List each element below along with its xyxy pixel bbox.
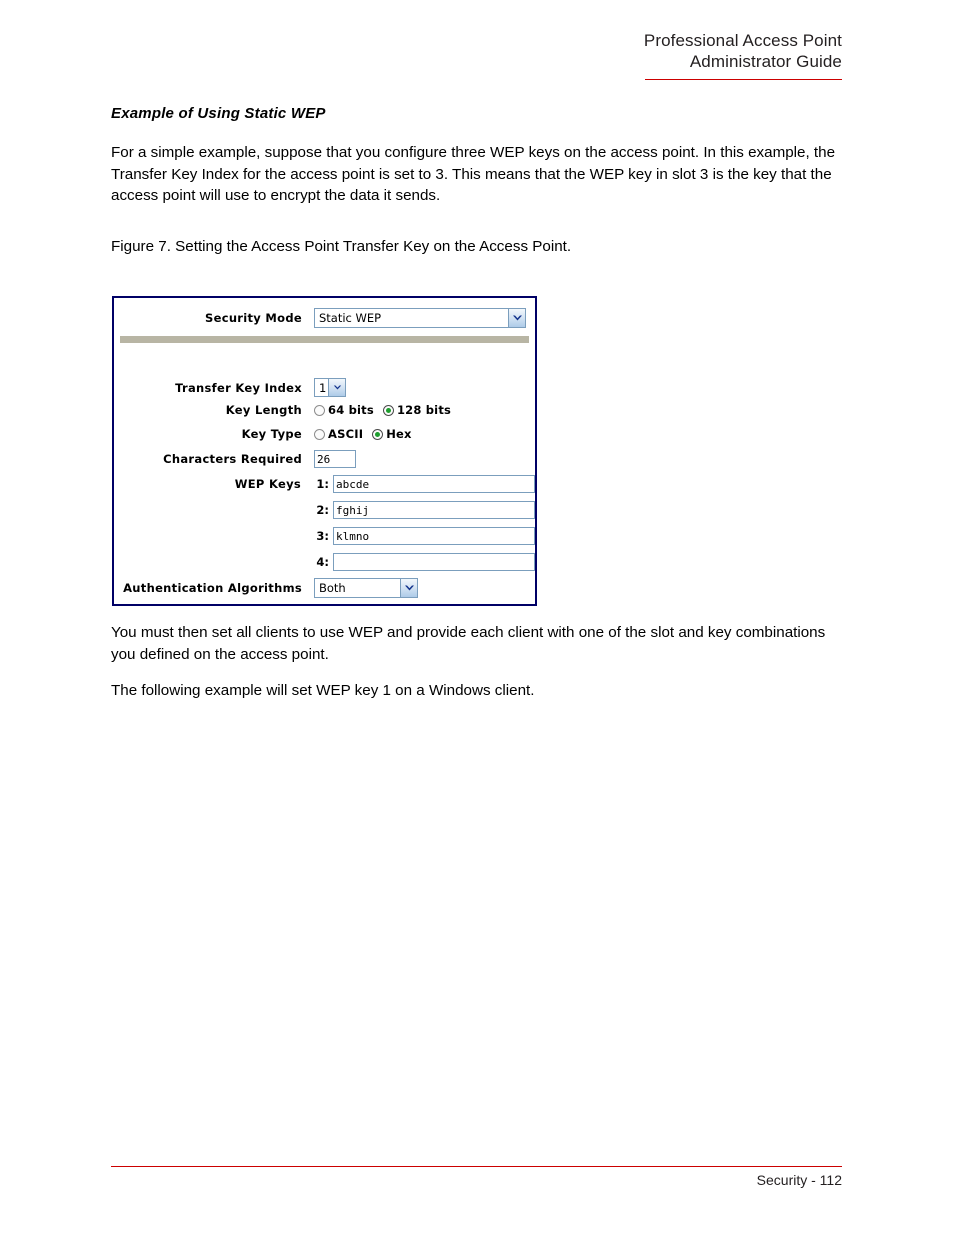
key-length-radio-group: 64 bits 128 bits xyxy=(314,403,451,417)
authentication-algorithms-value: Both xyxy=(319,581,346,595)
authentication-algorithms-row: Authentication Algorithms Both xyxy=(114,578,535,598)
key-length-option-64[interactable]: 64 bits xyxy=(314,403,374,417)
closing-paragraph: The following example will set WEP key 1… xyxy=(111,682,535,699)
key-type-label: Key Type xyxy=(241,427,302,441)
characters-required-input[interactable]: 26 xyxy=(314,450,356,468)
access-point-config-figure: Security Mode Static WEP Transfer Key In… xyxy=(112,296,537,606)
header-title-line2: Administrator Guide xyxy=(689,52,842,71)
section-separator-bar xyxy=(120,336,529,343)
chevron-down-icon xyxy=(328,379,345,396)
intro-paragraph: For a simple example, suppose that you c… xyxy=(111,144,836,204)
document-page: Professional Access Point Administrator … xyxy=(0,0,954,1235)
security-mode-value: Static WEP xyxy=(319,311,382,325)
security-mode-row: Security Mode Static WEP xyxy=(114,308,535,328)
radio-selected-icon xyxy=(382,404,394,416)
wep-key-3-row: 3: klmno xyxy=(114,527,535,545)
header-title-line1: Professional Access Point xyxy=(643,31,842,50)
wep-key-3-input[interactable]: klmno xyxy=(333,527,535,545)
wep-key-2-number: 2: xyxy=(316,503,330,517)
footer-page-label: Security - 112 xyxy=(756,1172,842,1188)
wep-keys-label: WEP Keys xyxy=(234,477,302,491)
wep-key-4-number: 4: xyxy=(316,555,330,569)
header-divider-rule xyxy=(645,79,842,80)
key-length-option-128-label: 128 bits xyxy=(396,403,452,417)
transfer-key-index-label: Transfer Key Index xyxy=(175,380,302,395)
key-length-option-64-label: 64 bits xyxy=(328,403,374,417)
radio-selected-icon xyxy=(372,428,384,440)
section-heading: Example of Using Static WEP xyxy=(111,105,326,122)
radio-unselected-icon xyxy=(314,428,325,440)
chevron-down-icon xyxy=(400,579,417,597)
key-type-option-ascii[interactable]: ASCII xyxy=(314,427,363,441)
wep-key-1-number: 1: xyxy=(316,477,330,491)
key-type-option-hex[interactable]: Hex xyxy=(372,427,411,441)
footer-divider-rule xyxy=(111,1166,842,1167)
wep-key-4-row: 4: xyxy=(114,553,535,571)
key-type-radio-group: ASCII Hex xyxy=(314,427,412,441)
characters-required-row: Characters Required 26 xyxy=(114,450,535,468)
security-mode-label: Security Mode xyxy=(205,311,302,325)
radio-unselected-icon xyxy=(314,404,325,416)
wep-key-2-row: 2: fghij xyxy=(114,501,535,519)
key-type-option-hex-label: Hex xyxy=(386,427,412,441)
wep-key-2-input[interactable]: fghij xyxy=(333,501,535,519)
characters-required-label: Characters Required xyxy=(163,452,302,466)
chevron-down-icon xyxy=(508,309,525,327)
key-length-option-128[interactable]: 128 bits xyxy=(382,403,452,417)
figure-caption: Figure 7. Setting the Access Point Trans… xyxy=(111,238,572,255)
wep-key-1-input[interactable]: abcde xyxy=(333,475,535,493)
after-figure-paragraph: You must then set all clients to use WEP… xyxy=(111,624,826,663)
authentication-algorithms-label: Authentication Algorithms xyxy=(123,581,302,595)
wep-key-3-number: 3: xyxy=(316,529,330,543)
key-type-row: Key Type ASCII Hex xyxy=(114,427,535,441)
authentication-algorithms-select[interactable]: Both xyxy=(314,578,418,598)
transfer-key-index-row: Transfer Key Index 1 xyxy=(114,378,535,397)
wep-key-4-input[interactable] xyxy=(333,553,535,571)
key-length-label: Key Length xyxy=(225,403,302,417)
transfer-key-index-select[interactable]: 1 xyxy=(314,378,346,397)
transfer-key-index-value: 1 xyxy=(319,380,327,395)
running-header: Professional Access Point Administrator … xyxy=(111,30,842,72)
key-length-row: Key Length 64 bits 128 bits xyxy=(114,403,535,417)
key-type-option-ascii-label: ASCII xyxy=(328,427,364,441)
security-mode-select[interactable]: Static WEP xyxy=(314,308,526,328)
wep-key-1-row: WEP Keys 1: abcde xyxy=(114,475,535,493)
